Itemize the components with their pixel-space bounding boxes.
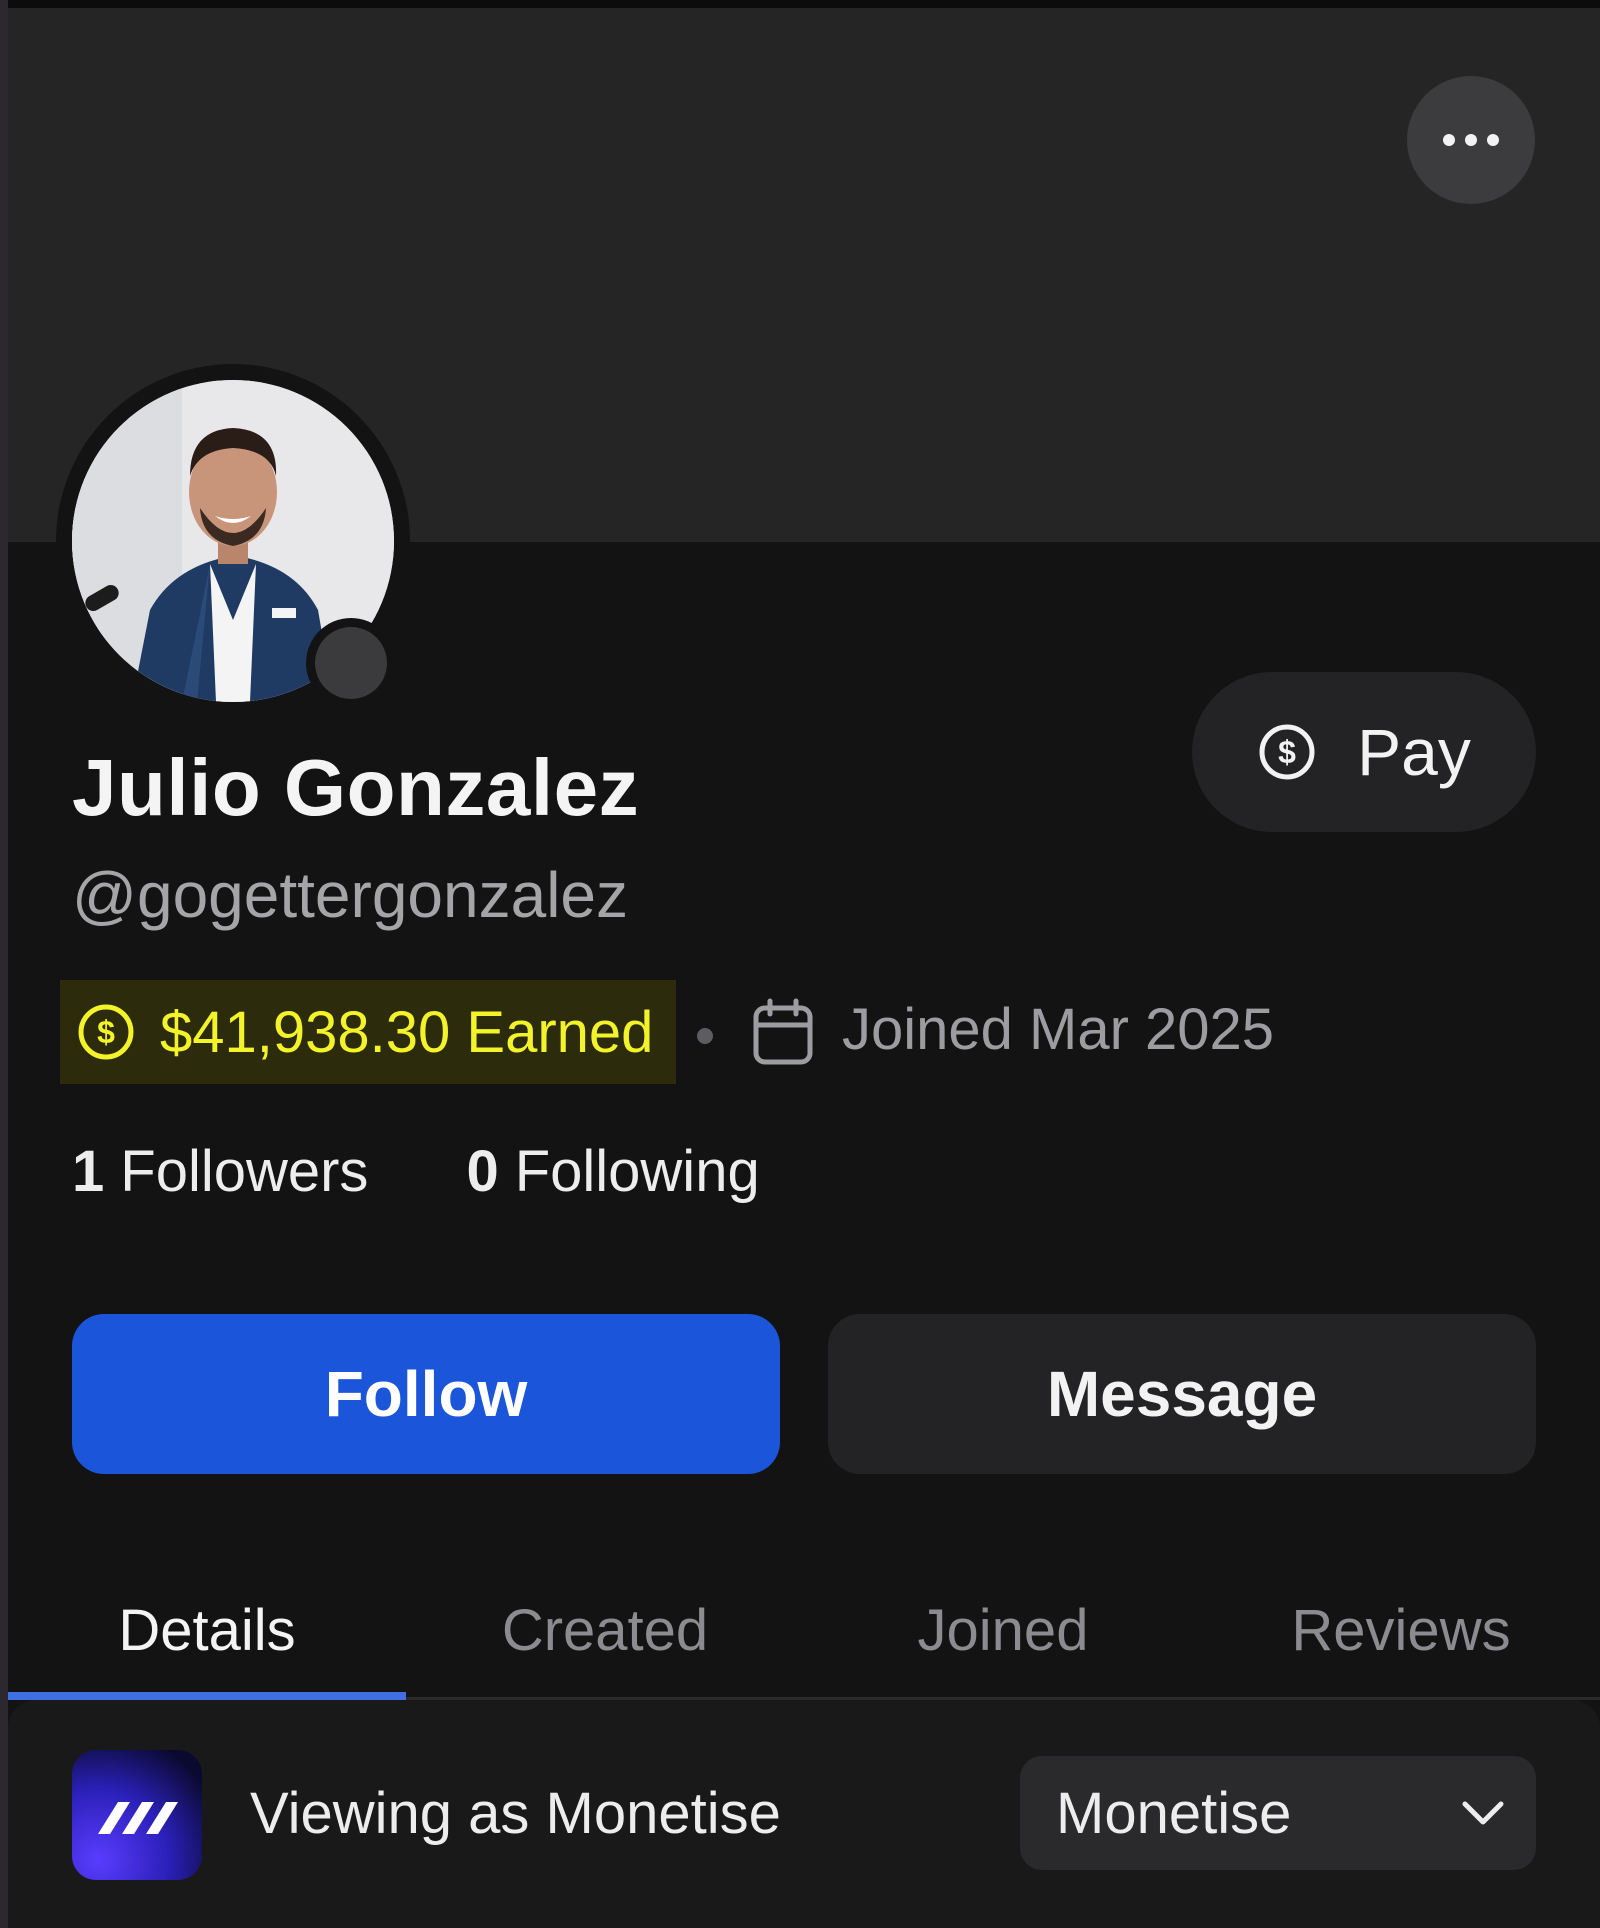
app-logo [72, 1750, 202, 1880]
profile-handle: @gogettergonzalez [72, 859, 628, 931]
monetise-logo-icon [72, 1750, 202, 1880]
profile-tabs: Details Created Joined Reviews [8, 1564, 1600, 1700]
earned-amount: $41,938.30 Earned [160, 999, 654, 1065]
followers-count: 1 [72, 1139, 105, 1204]
following-stat[interactable]: 0 Following [466, 1138, 759, 1205]
dollar-circle-icon: $ [78, 1004, 134, 1060]
tab-joined[interactable]: Joined [804, 1564, 1202, 1697]
calendar-icon [753, 998, 813, 1065]
pay-label: Pay [1357, 715, 1471, 789]
window-top-border [8, 0, 1600, 8]
message-button[interactable]: Message [828, 1314, 1536, 1474]
followers-stat[interactable]: 1 Followers [72, 1138, 368, 1205]
follow-button[interactable]: Follow [72, 1314, 780, 1474]
following-label: Following [514, 1139, 760, 1204]
tab-details[interactable]: Details [8, 1564, 406, 1700]
svg-text:$: $ [97, 1014, 115, 1050]
joined-date: Joined Mar 2025 [842, 997, 1275, 1062]
dollar-circle-icon: $ [1259, 724, 1315, 780]
profile-name: Julio Gonzalez [72, 743, 640, 832]
separator-dot [697, 1028, 713, 1044]
online-status-indicator [306, 618, 396, 708]
viewing-as-panel: Viewing as Monetise Monetise [8, 1700, 1600, 1928]
window-edge [0, 0, 8, 1928]
tab-reviews[interactable]: Reviews [1202, 1564, 1600, 1697]
earned-badge: $ $41,938.30 Earned [60, 980, 676, 1084]
following-count: 0 [466, 1139, 499, 1204]
chevron-down-icon [1462, 1801, 1504, 1825]
more-options-button[interactable] [1407, 76, 1535, 204]
account-select-value: Monetise [1056, 1780, 1292, 1846]
pay-button[interactable]: $ Pay [1192, 672, 1536, 832]
follow-stats: 1 Followers 0 Following [72, 1138, 760, 1205]
svg-text:$: $ [1278, 734, 1296, 770]
followers-label: Followers [120, 1139, 369, 1204]
viewing-as-label: Viewing as Monetise [250, 1781, 781, 1846]
tab-created[interactable]: Created [406, 1564, 804, 1697]
account-select[interactable]: Monetise [1020, 1756, 1536, 1870]
more-horizontal-icon [1443, 134, 1499, 146]
